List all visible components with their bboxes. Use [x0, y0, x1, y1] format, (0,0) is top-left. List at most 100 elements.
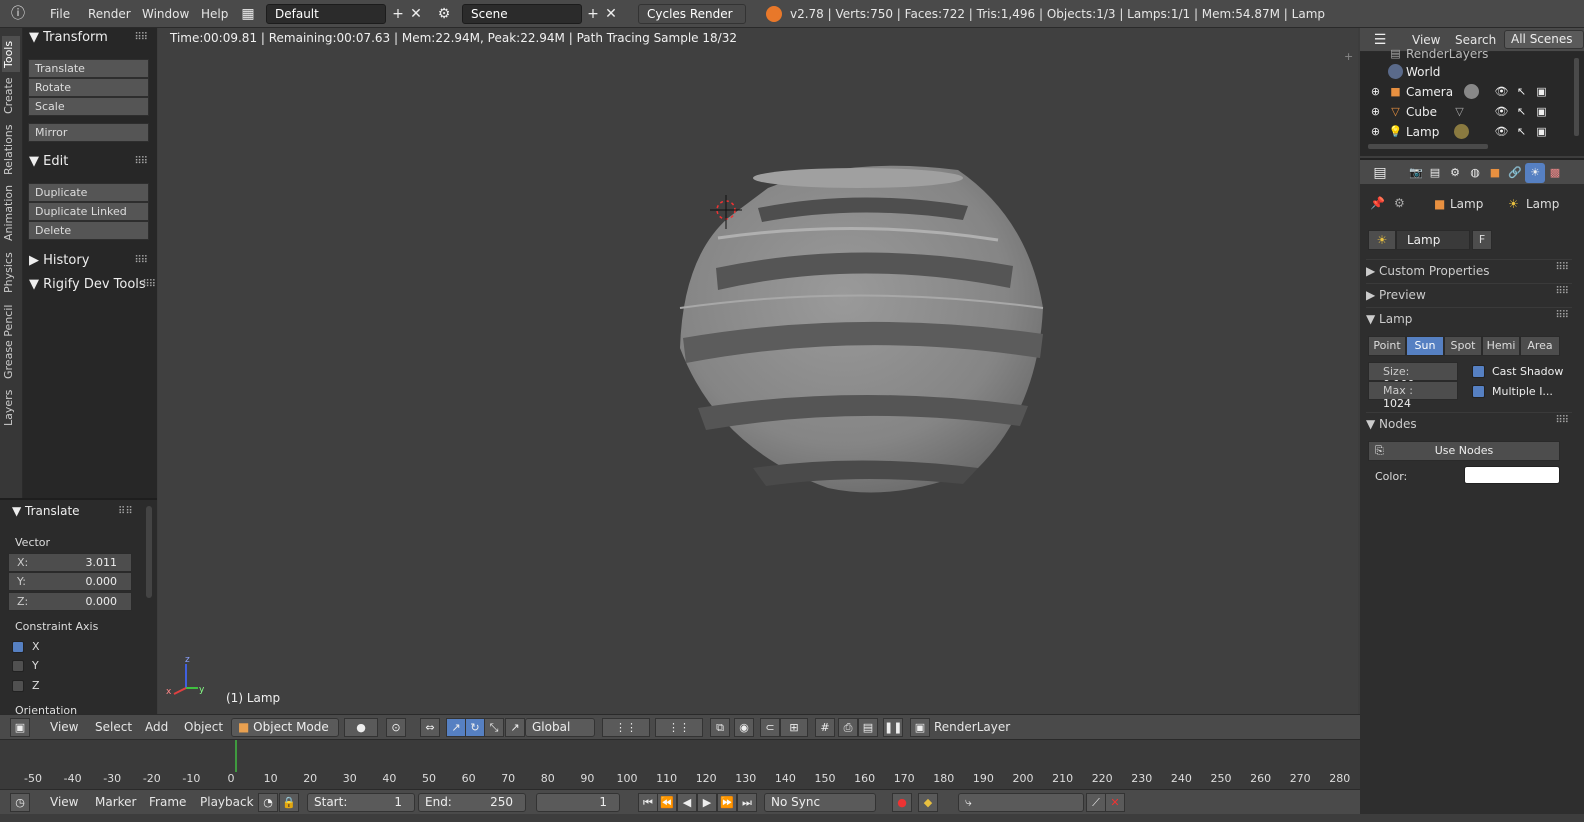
- panel-history-header[interactable]: ▶ History ⠿⠿: [29, 253, 151, 275]
- menu-file[interactable]: File: [50, 7, 70, 21]
- outliner-row-lamp[interactable]: ⊕ 💡 Lamp 👁 ↖ ▣: [1360, 122, 1568, 142]
- outliner-h-scrollbar[interactable]: [1368, 144, 1488, 149]
- render-tab-icon[interactable]: 📷: [1406, 163, 1426, 183]
- panel-rigify-header[interactable]: ▼ Rigify Dev Tools ⠿⠿: [29, 277, 156, 299]
- lamp-data-icon[interactable]: [1454, 124, 1469, 139]
- camera-data-icon[interactable]: [1464, 84, 1479, 99]
- tl-menu-playback[interactable]: Playback: [200, 795, 254, 809]
- duplicate-button[interactable]: Duplicate: [28, 183, 149, 202]
- vector-y-field[interactable]: Y: 0.000: [8, 572, 132, 591]
- delete-button[interactable]: Delete: [28, 221, 149, 240]
- expand-icon[interactable]: ⊕: [1368, 104, 1383, 119]
- outliner-row-world[interactable]: World: [1360, 62, 1568, 82]
- active-keying-set-field[interactable]: ⤷: [958, 793, 1084, 812]
- tl-menu-frame[interactable]: Frame: [149, 795, 186, 809]
- transform-orientation-dropdown[interactable]: Global: [525, 718, 595, 737]
- vector-x-field[interactable]: X: 3.011: [8, 553, 132, 572]
- timeline-editor-icon[interactable]: ◷: [10, 793, 30, 812]
- viewport-shading-dropdown[interactable]: ●: [344, 718, 378, 737]
- world-tab-icon[interactable]: ◍: [1465, 163, 1485, 183]
- opengl-anim-icon[interactable]: ▤: [858, 718, 878, 737]
- lamp-type-point[interactable]: Point: [1368, 336, 1406, 356]
- jump-keyframe-back-icon[interactable]: ⏪: [657, 793, 677, 812]
- tab-create[interactable]: Create: [2, 76, 20, 116]
- delete-layout-icon[interactable]: ✕: [406, 4, 426, 24]
- pivot-point-icon[interactable]: ⊙: [386, 718, 406, 737]
- scene-layers-2[interactable]: ⋮⋮: [655, 718, 703, 737]
- snap-target-icon[interactable]: #: [815, 718, 835, 737]
- add-layout-icon[interactable]: +: [388, 4, 408, 24]
- rotate-manipulator-icon[interactable]: ↻: [465, 718, 485, 737]
- lamp-section[interactable]: ▼ Lamp ⠿⠿: [1366, 307, 1572, 329]
- scale-manipulator-icon[interactable]: ⤡: [484, 718, 504, 737]
- cast-shadow-checkbox[interactable]: [1472, 365, 1485, 378]
- frame-ruler[interactable]: -50 -40 -30 -20 -10 0 10 20 30 40 50 60 70 80 90 100 110…: [0, 768, 1360, 788]
- lamp-type-area[interactable]: Area: [1520, 336, 1560, 356]
- opengl-render-icon[interactable]: ⎙: [838, 718, 858, 737]
- constraint-y-checkbox[interactable]: [12, 660, 24, 672]
- vector-z-field[interactable]: Z: 0.000: [8, 592, 132, 611]
- menu-window[interactable]: Window: [142, 7, 189, 21]
- texture-tab-icon[interactable]: ▩: [1545, 163, 1565, 183]
- custom-properties-section[interactable]: ▶ Custom Properties ⠿⠿: [1366, 259, 1572, 281]
- start-frame-field[interactable]: Start: 1: [307, 793, 415, 812]
- duplicate-linked-button[interactable]: Duplicate Linked: [28, 202, 149, 221]
- layout-selector[interactable]: Default: [266, 4, 386, 24]
- screen-layout-icon[interactable]: ▦: [238, 4, 258, 24]
- use-nodes-button[interactable]: ⎘ Use Nodes: [1368, 441, 1560, 461]
- manipulator-toggle-icon[interactable]: ⇔: [420, 718, 440, 737]
- snap-element-dropdown[interactable]: ⊞: [780, 718, 808, 737]
- insert-keyframe-icon[interactable]: ⟋: [1086, 793, 1106, 812]
- lamp-color-swatch[interactable]: [1464, 466, 1560, 484]
- menu-view[interactable]: View: [50, 720, 78, 734]
- lamp-type-spot[interactable]: Spot: [1444, 336, 1482, 356]
- translate-button[interactable]: Translate: [28, 59, 149, 78]
- end-frame-field[interactable]: End: 250: [418, 793, 526, 812]
- visibility-eye-icon[interactable]: 👁: [1494, 104, 1509, 119]
- jump-end-icon[interactable]: ⏭: [737, 793, 757, 812]
- menu-add[interactable]: Add: [145, 720, 168, 734]
- scale-button[interactable]: Scale: [28, 97, 149, 116]
- menu-select[interactable]: Select: [95, 720, 132, 734]
- pause-render-icon[interactable]: ❚❚: [883, 718, 903, 737]
- tl-menu-marker[interactable]: Marker: [95, 795, 136, 809]
- menu-render[interactable]: Render: [88, 7, 131, 21]
- play-reverse-icon[interactable]: ◀: [677, 793, 697, 812]
- fake-user-button[interactable]: F: [1472, 230, 1492, 250]
- object-tab-icon[interactable]: ■: [1485, 163, 1505, 183]
- timeline[interactable]: -50 -40 -30 -20 -10 0 10 20 30 40 50 60 70 80 90 100 110…: [0, 739, 1360, 789]
- tab-tools[interactable]: Tools: [2, 36, 20, 72]
- record-keyframes-icon[interactable]: ●: [892, 793, 912, 812]
- constraint-x-checkbox[interactable]: [12, 641, 24, 653]
- delete-scene-icon[interactable]: ✕: [601, 4, 621, 24]
- tab-layers[interactable]: Layers: [2, 388, 20, 428]
- renderable-camera-icon[interactable]: ▣: [1534, 84, 1549, 99]
- operator-header[interactable]: ▼ Translate: [12, 504, 80, 518]
- menu-help[interactable]: Help: [201, 7, 228, 21]
- panel-scrollbar[interactable]: [146, 506, 152, 598]
- render-engine-dropdown[interactable]: Cycles Render: [638, 4, 746, 24]
- sync-mode-dropdown[interactable]: No Sync: [764, 793, 876, 812]
- selectable-arrow-icon[interactable]: ↖: [1514, 124, 1529, 139]
- properties-editor-icon[interactable]: ▤: [1370, 163, 1390, 183]
- lamp-datablock-name[interactable]: Lamp: [1396, 230, 1470, 250]
- mode-dropdown[interactable]: ■ Object Mode: [231, 718, 339, 737]
- tl-menu-view[interactable]: View: [50, 795, 78, 809]
- constraint-z-checkbox[interactable]: [12, 680, 24, 692]
- tab-grease-pencil[interactable]: Grease Pencil: [2, 304, 20, 380]
- max-bounces-field[interactable]: Max : 1024: [1368, 381, 1458, 410]
- menu-object[interactable]: Object: [184, 720, 223, 734]
- render-layer-icon[interactable]: ▣: [910, 718, 930, 737]
- multiple-importance-checkbox[interactable]: [1472, 385, 1485, 398]
- renderable-camera-icon[interactable]: ▣: [1534, 104, 1549, 119]
- current-frame-field[interactable]: 1: [536, 793, 620, 812]
- scene-selector[interactable]: Scene: [462, 4, 582, 24]
- snap-toggle-icon[interactable]: ⊂: [760, 718, 780, 737]
- visibility-eye-icon[interactable]: 👁: [1494, 84, 1509, 99]
- constraints-tab-icon[interactable]: 🔗: [1505, 163, 1525, 183]
- editor-type-icon[interactable]: ▣: [10, 718, 30, 737]
- lamp-size-field[interactable]: Size: 0.100: [1368, 362, 1458, 391]
- mesh-data-icon[interactable]: ▽: [1452, 104, 1467, 119]
- manipulator-axis-icon[interactable]: ↗: [505, 718, 525, 737]
- lamp-type-hemi[interactable]: Hemi: [1482, 336, 1520, 356]
